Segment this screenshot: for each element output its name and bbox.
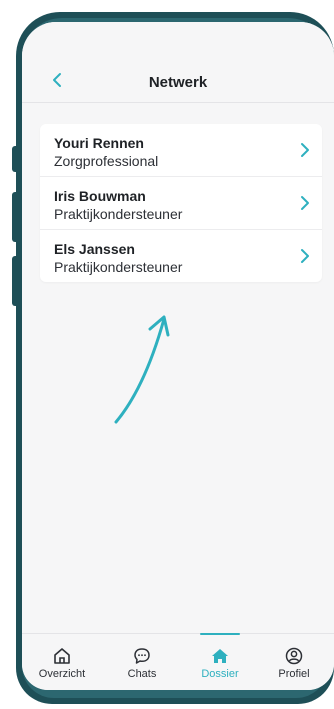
chevron-right-icon xyxy=(301,143,309,157)
contact-role: Praktijkondersteuner xyxy=(54,259,183,275)
chevron-right-icon xyxy=(301,249,309,263)
contact-name: Youri Rennen xyxy=(54,135,144,151)
contact-role: Zorgprofessional xyxy=(54,153,159,169)
active-tab-indicator xyxy=(200,633,240,635)
chat-bubble-icon xyxy=(134,648,150,664)
app-screen: Netwerk Youri Rennen Zorgprofessional Ir… xyxy=(22,22,334,690)
contact-row[interactable]: Iris Bouwman Praktijkondersteuner xyxy=(40,177,322,230)
tab-label: Chats xyxy=(127,668,157,680)
home-outline-icon xyxy=(54,648,70,664)
annotation-arrow-icon xyxy=(114,315,170,424)
tab-overzicht[interactable]: Overzicht xyxy=(26,634,98,690)
page-title: Netwerk xyxy=(148,74,208,91)
tab-bar: Overzicht Chats Dossier Profiel xyxy=(22,633,334,690)
tab-label: Dossier xyxy=(201,668,239,680)
tab-chats[interactable]: Chats xyxy=(106,634,178,690)
contact-list: Youri Rennen Zorgprofessional Iris Bouwm… xyxy=(40,124,322,282)
contact-row[interactable]: Youri Rennen Zorgprofessional xyxy=(40,124,322,177)
profile-icon xyxy=(285,647,303,665)
contact-name: Els Janssen xyxy=(54,241,135,257)
contact-name: Iris Bouwman xyxy=(54,188,146,204)
tab-label: Overzicht xyxy=(38,668,86,680)
tab-label: Profiel xyxy=(278,668,310,680)
contact-role: Praktijkondersteuner xyxy=(54,206,183,222)
header: Netwerk xyxy=(22,22,334,103)
tab-profiel[interactable]: Profiel xyxy=(258,634,330,690)
home-filled-icon xyxy=(212,649,228,663)
chevron-right-icon xyxy=(301,196,309,210)
tab-dossier[interactable]: Dossier xyxy=(184,633,256,690)
contact-row[interactable]: Els Janssen Praktijkondersteuner xyxy=(40,230,322,282)
